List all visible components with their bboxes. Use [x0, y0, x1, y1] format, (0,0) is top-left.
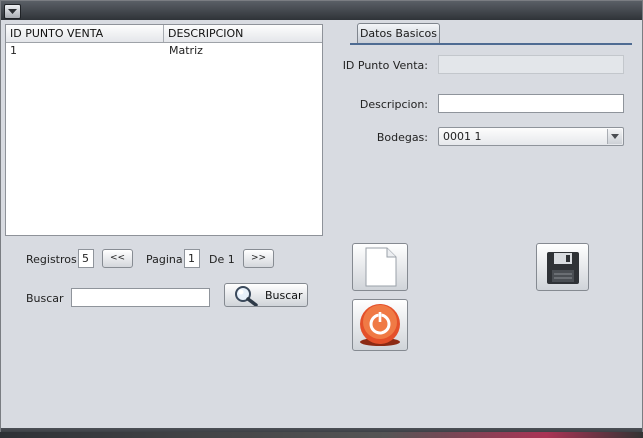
- tab-underline: [350, 43, 632, 45]
- registros-label: Registros: [26, 253, 77, 266]
- next-page-button[interactable]: >>: [243, 249, 274, 268]
- exit-button[interactable]: [352, 299, 408, 351]
- search-button[interactable]: Buscar: [224, 283, 308, 307]
- previous-page-button[interactable]: <<: [102, 249, 133, 268]
- table-row[interactable]: 1 Matriz: [6, 43, 322, 58]
- chevron-down-icon: [611, 134, 619, 139]
- tab-datos-basicos[interactable]: Datos Basicos: [357, 23, 440, 43]
- column-header-descripcion[interactable]: DESCRIPCION: [164, 25, 322, 42]
- registros-field[interactable]: 5: [78, 249, 94, 268]
- bodegas-select[interactable]: 0001 1: [438, 127, 624, 146]
- floppy-disk-icon: [547, 252, 579, 284]
- search-button-label: Buscar: [265, 289, 303, 302]
- magnifier-icon: [235, 286, 258, 306]
- de-total-label: De 1: [209, 253, 235, 266]
- save-button[interactable]: [536, 243, 589, 291]
- table-header: ID PUNTO VENTA DESCRIPCION: [6, 25, 322, 43]
- id-punto-venta-field: [438, 55, 624, 74]
- power-icon: [360, 304, 400, 346]
- column-header-id[interactable]: ID PUNTO VENTA: [6, 25, 164, 42]
- pagina-field[interactable]: 1: [184, 249, 200, 268]
- pagina-label: Pagina: [146, 253, 183, 266]
- taskbar-strip: [0, 432, 643, 438]
- search-input[interactable]: [71, 288, 210, 307]
- puntos-venta-table[interactable]: ID PUNTO VENTA DESCRIPCION 1 Matriz: [5, 24, 323, 236]
- dropdown-arrow[interactable]: [607, 129, 622, 144]
- cell-id: 1: [10, 44, 17, 57]
- bodegas-label: Bodegas:: [376, 131, 428, 144]
- window-menu-button[interactable]: [4, 4, 21, 19]
- cell-descripcion: Matriz: [169, 44, 203, 57]
- title-bar: [1, 1, 642, 20]
- bodegas-selected-value: 0001 1: [443, 130, 482, 143]
- chevron-down-icon: [8, 9, 17, 14]
- descripcion-field[interactable]: [438, 94, 624, 113]
- buscar-label: Buscar: [26, 292, 64, 305]
- new-button[interactable]: [352, 243, 408, 291]
- new-document-icon: [365, 247, 397, 287]
- id-punto-venta-label: ID Punto Venta:: [342, 59, 428, 72]
- descripcion-label: Descripcion:: [359, 98, 428, 111]
